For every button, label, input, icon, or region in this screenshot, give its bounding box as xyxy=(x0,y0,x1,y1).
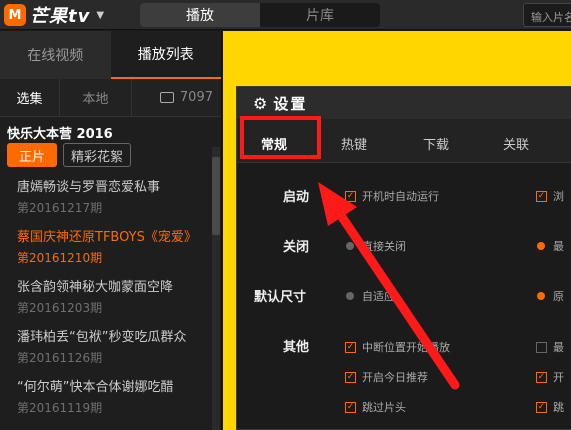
option-other-right-2[interactable]: ✓ 开 xyxy=(536,369,564,385)
checkbox-checked[interactable]: ✓ xyxy=(345,371,356,383)
tab-hotkeys[interactable]: 热键 xyxy=(341,134,367,153)
option-resume[interactable]: ✓ 中断位置开始播放 xyxy=(345,339,450,355)
option-label: 开启今日推荐 xyxy=(362,371,428,384)
dialog-header: ⚙ 设置 xyxy=(237,87,571,119)
sub-tabs: 选集 本地 7097 xyxy=(0,79,221,117)
episode-date: 第20161203期 xyxy=(17,301,103,315)
episode-title: 蔡国庆神还原TFBOYS《宠爱》 xyxy=(17,230,197,245)
tab-local[interactable]: 本地 xyxy=(60,79,132,116)
tab-library[interactable]: 片库 xyxy=(260,3,380,27)
radio-off[interactable] xyxy=(346,292,354,300)
option-minimize[interactable]: 最 xyxy=(536,238,564,254)
filter-highlights[interactable]: 精彩花絮 xyxy=(63,143,132,167)
radio-off[interactable] xyxy=(346,242,354,250)
episode-list: 唐嫣畅谈与罗晋恋爱私事 第20161217期 蔡国庆神还原TFBOYS《宠爱》 … xyxy=(0,173,205,423)
main-tabs: 播放 片库 xyxy=(140,3,380,27)
row-label-default-size: 默认尺寸 xyxy=(254,290,307,305)
checkbox-checked[interactable]: ✓ xyxy=(536,401,547,413)
row-label-startup: 启动 xyxy=(283,190,310,205)
checkbox-checked[interactable]: ✓ xyxy=(536,371,547,383)
option-label: 开机时自动运行 xyxy=(362,190,439,203)
list-item[interactable]: “何尔萌”快本合体谢娜吃醋 第20161119期 xyxy=(17,373,205,423)
option-autostart[interactable]: ✓ 开机时自动运行 xyxy=(345,188,439,204)
episode-title: 张含韵领神秘大咖蒙面空降 xyxy=(17,280,174,295)
scrollbar[interactable] xyxy=(212,147,220,430)
option-close-directly[interactable]: 直接关闭 xyxy=(345,238,406,254)
episode-title: “何尔萌”快本合体谢娜吃醋 xyxy=(17,380,174,395)
option-today-recommend[interactable]: ✓ 开启今日推荐 xyxy=(345,369,428,385)
option-label: 直接关闭 xyxy=(362,240,406,253)
playlist-panel: 在线视频 播放列表 选集 本地 7097 快乐大本营 2016 正片 精彩花絮 … xyxy=(0,31,222,430)
episode-date: 第20161217期 xyxy=(17,201,103,215)
option-label: 开 xyxy=(553,371,564,384)
tab-play[interactable]: 播放 xyxy=(140,3,260,27)
radio-on[interactable] xyxy=(537,242,545,250)
checkbox-checked[interactable]: ✓ xyxy=(536,190,547,202)
row-label-close: 关闭 xyxy=(283,240,310,255)
list-item[interactable]: 张含韵领神秘大咖蒙面空降 第20161203期 xyxy=(17,273,205,323)
comment-count: 7097 xyxy=(179,90,213,105)
checkbox-checked[interactable]: ✓ xyxy=(345,190,356,202)
search-input[interactable]: 输入片名 xyxy=(523,3,571,27)
scrollbar-thumb[interactable] xyxy=(212,157,220,235)
list-item[interactable]: 唐嫣畅谈与罗晋恋爱私事 第20161217期 xyxy=(17,173,205,223)
tab-playlist[interactable]: 播放列表 xyxy=(110,31,221,79)
episode-title: 潘玮柏丢“包袱”秒变吃瓜群众 xyxy=(17,330,187,345)
tab-online-video[interactable]: 在线视频 xyxy=(0,31,111,79)
list-item-current[interactable]: 蔡国庆神还原TFBOYS《宠爱》 第20161210期 xyxy=(17,223,205,273)
top-bar: M 芒果tv ▼ 播放 片库 输入片名 xyxy=(0,0,571,30)
option-label: 最 xyxy=(553,240,564,253)
episode-date: 第20161210期 xyxy=(17,251,103,265)
content-type-filter: 正片 精彩花絮 xyxy=(0,139,221,173)
episode-date: 第20161126期 xyxy=(17,351,103,365)
filter-full-episode[interactable]: 正片 xyxy=(7,143,57,167)
option-other-right-3[interactable]: ✓ 跳 xyxy=(536,399,564,415)
option-label: 自适应 xyxy=(362,290,395,303)
option-label: 原 xyxy=(553,290,564,303)
chat-icon xyxy=(159,92,174,103)
episode-date: 第20161119期 xyxy=(17,401,103,415)
option-other-right-1[interactable]: 最 xyxy=(536,339,564,355)
gear-icon: ⚙ xyxy=(253,93,268,113)
episode-title: 唐嫣畅谈与罗晋恋爱私事 xyxy=(17,180,161,195)
option-label: 跳过片头 xyxy=(362,401,406,414)
tab-episodes[interactable]: 选集 xyxy=(0,79,60,116)
option-adaptive[interactable]: 自适应 xyxy=(345,288,395,304)
show-title: 快乐大本营 2016 xyxy=(7,127,113,142)
logo-mark: M xyxy=(4,4,26,26)
list-item[interactable]: 潘玮柏丢“包袱”秒变吃瓜群众 第20161126期 xyxy=(17,323,205,373)
option-label: 最 xyxy=(553,341,564,354)
option-startup-right[interactable]: ✓ 浏 xyxy=(536,188,564,204)
option-original-size[interactable]: 原 xyxy=(536,288,564,304)
option-skip-intro[interactable]: ✓ 跳过片头 xyxy=(345,399,406,415)
comments-tab[interactable]: 7097 xyxy=(132,79,221,116)
app-logo[interactable]: M 芒果tv ▼ xyxy=(4,3,104,27)
tab-download[interactable]: 下载 xyxy=(423,134,449,153)
checkbox-checked[interactable]: ✓ xyxy=(345,341,356,353)
checkbox-checked[interactable]: ✓ xyxy=(345,401,356,413)
logo-text: 芒果tv xyxy=(30,6,91,27)
radio-on[interactable] xyxy=(537,292,545,300)
chevron-down-icon[interactable]: ▼ xyxy=(96,10,104,21)
row-label-other: 其他 xyxy=(283,340,310,355)
option-label: 跳 xyxy=(553,401,564,414)
highlight-box xyxy=(240,116,321,159)
tab-association[interactable]: 关联 xyxy=(503,134,529,153)
option-label: 中断位置开始播放 xyxy=(362,341,450,354)
dialog-title: 设置 xyxy=(273,94,308,113)
panel-tabs: 在线视频 播放列表 xyxy=(0,31,221,79)
checkbox-unchecked[interactable] xyxy=(536,341,547,353)
option-label: 浏 xyxy=(553,190,564,203)
